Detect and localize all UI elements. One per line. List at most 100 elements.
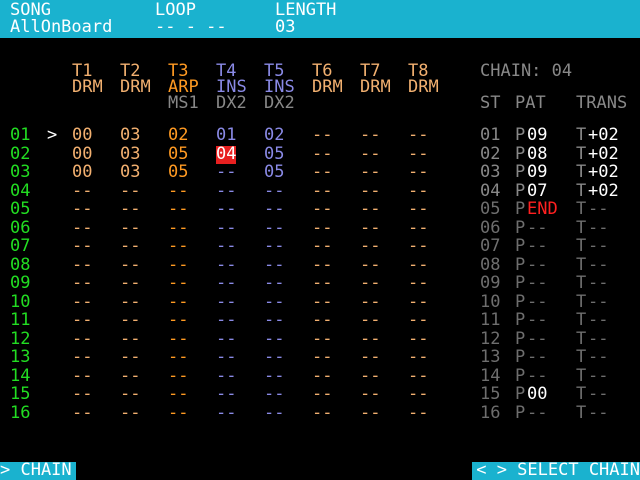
chain-pattern-value[interactable]: --: [527, 219, 547, 238]
chain-cell[interactable]: 03: [120, 164, 140, 182]
chain-cell[interactable]: --: [408, 164, 428, 182]
chain-cell[interactable]: --: [216, 238, 236, 256]
chain-pattern-value[interactable]: 08: [527, 145, 547, 164]
chain-cell[interactable]: 00: [72, 164, 92, 182]
chain-pattern-value[interactable]: --: [527, 404, 547, 423]
chain-cell[interactable]: --: [360, 238, 380, 256]
chain-cell[interactable]: --: [72, 201, 92, 219]
chain-cell[interactable]: --: [120, 201, 140, 219]
chain-cell[interactable]: --: [360, 201, 380, 219]
chain-cell[interactable]: --: [216, 164, 236, 182]
chain-transpose-value[interactable]: --: [588, 367, 608, 386]
chain-cell[interactable]: --: [312, 330, 332, 349]
chain-cell[interactable]: --: [120, 404, 140, 423]
chain-cell[interactable]: --: [264, 201, 284, 219]
chain-cell[interactable]: --: [312, 182, 332, 201]
chain-pattern-value[interactable]: --: [527, 256, 547, 275]
chain-cell[interactable]: --: [360, 312, 380, 330]
chain-cell[interactable]: --: [408, 404, 428, 423]
chain-cell[interactable]: --: [360, 404, 380, 423]
chain-cell[interactable]: --: [120, 219, 140, 238]
chain-cell[interactable]: --: [216, 404, 236, 423]
song-name[interactable]: AllOnBoard: [10, 19, 112, 36]
chain-cell[interactable]: --: [216, 330, 236, 349]
chain-cell[interactable]: --: [264, 312, 284, 330]
chain-cell[interactable]: --: [312, 367, 332, 386]
chain-cell[interactable]: --: [72, 330, 92, 349]
chain-transpose-value[interactable]: --: [588, 238, 608, 256]
chain-cell[interactable]: --: [72, 293, 92, 312]
chain-cell[interactable]: --: [360, 182, 380, 201]
chain-cell[interactable]: --: [408, 145, 428, 164]
chain-cell[interactable]: --: [312, 349, 332, 367]
chain-cell[interactable]: --: [120, 293, 140, 312]
chain-cell[interactable]: --: [72, 238, 92, 256]
chain-cell[interactable]: --: [168, 312, 188, 330]
chain-cell[interactable]: --: [408, 201, 428, 219]
chain-cell[interactable]: --: [408, 367, 428, 386]
chain-cell[interactable]: 02: [168, 127, 188, 145]
chain-pattern-value[interactable]: --: [527, 275, 547, 293]
chain-transpose-value[interactable]: +02: [588, 145, 619, 164]
chain-pattern-value[interactable]: 07: [527, 182, 547, 201]
chain-cell[interactable]: --: [216, 386, 236, 404]
chain-cell[interactable]: 02: [264, 127, 284, 145]
chain-cell[interactable]: --: [408, 256, 428, 275]
chain-cell[interactable]: --: [168, 386, 188, 404]
length-value[interactable]: 03: [275, 19, 295, 36]
chain-pattern-value[interactable]: 00: [527, 386, 547, 404]
chain-cell[interactable]: --: [264, 386, 284, 404]
chain-cell[interactable]: --: [408, 238, 428, 256]
chain-cell[interactable]: --: [168, 349, 188, 367]
chain-cell[interactable]: --: [168, 404, 188, 423]
chain-cell[interactable]: --: [408, 127, 428, 145]
chain-transpose-value[interactable]: --: [588, 312, 608, 330]
chain-cell[interactable]: --: [312, 219, 332, 238]
chain-cell[interactable]: --: [408, 182, 428, 201]
chain-cell[interactable]: --: [312, 164, 332, 182]
chain-cell[interactable]: --: [120, 349, 140, 367]
chain-cell[interactable]: --: [360, 145, 380, 164]
chain-cell[interactable]: --: [168, 219, 188, 238]
chain-pattern-value[interactable]: --: [527, 367, 547, 386]
chain-cell[interactable]: --: [264, 182, 284, 201]
chain-cell[interactable]: --: [72, 219, 92, 238]
chain-cell[interactable]: --: [216, 201, 236, 219]
chain-cell[interactable]: --: [120, 330, 140, 349]
chain-cell[interactable]: --: [408, 219, 428, 238]
chain-cell[interactable]: 03: [120, 145, 140, 164]
chain-cell[interactable]: --: [264, 238, 284, 256]
chain-cell[interactable]: --: [120, 386, 140, 404]
chain-pattern-value[interactable]: 09: [527, 127, 547, 145]
chain-pattern-value[interactable]: --: [527, 349, 547, 367]
chain-cell[interactable]: --: [264, 275, 284, 293]
chain-cell[interactable]: --: [312, 201, 332, 219]
chain-pattern-value[interactable]: --: [527, 293, 547, 312]
chain-cell[interactable]: --: [312, 145, 332, 164]
chain-cell[interactable]: --: [72, 349, 92, 367]
chain-cell[interactable]: --: [72, 386, 92, 404]
selected-chain-cell[interactable]: 04: [216, 145, 237, 164]
chain-cell[interactable]: --: [72, 182, 92, 201]
chain-transpose-value[interactable]: --: [588, 404, 608, 423]
chain-cell[interactable]: 00: [72, 127, 92, 145]
chain-cell[interactable]: --: [120, 367, 140, 386]
chain-cell[interactable]: --: [264, 293, 284, 312]
chain-cell[interactable]: 05: [168, 164, 188, 182]
chain-cell[interactable]: --: [360, 164, 380, 182]
chain-cell[interactable]: --: [360, 367, 380, 386]
chain-cell[interactable]: 05: [264, 145, 284, 164]
chain-cell[interactable]: --: [120, 256, 140, 275]
chain-cell[interactable]: --: [264, 367, 284, 386]
chain-cell[interactable]: 05: [168, 145, 188, 164]
chain-cell[interactable]: --: [120, 275, 140, 293]
chain-cell[interactable]: --: [360, 127, 380, 145]
chain-pattern-value[interactable]: 09: [527, 164, 547, 182]
chain-transpose-value[interactable]: +02: [588, 182, 619, 201]
chain-cell[interactable]: --: [312, 386, 332, 404]
chain-cell[interactable]: --: [72, 312, 92, 330]
chain-cell[interactable]: --: [408, 293, 428, 312]
chain-cell[interactable]: 01: [216, 127, 236, 145]
chain-pattern-value[interactable]: END: [527, 201, 558, 219]
chain-transpose-value[interactable]: +02: [588, 164, 619, 182]
